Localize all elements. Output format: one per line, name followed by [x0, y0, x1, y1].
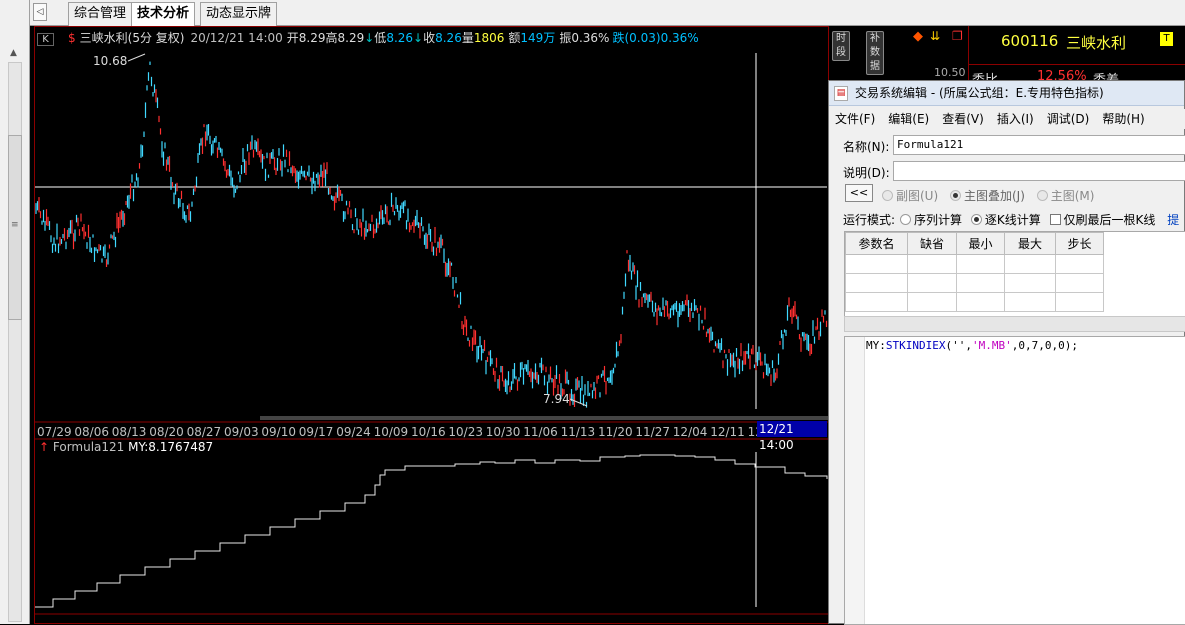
chart-area[interactable]: K $ 三峡水利(5分 复权) 20/12/21 14:00 开8.29高8.29↓低8…: [34, 26, 963, 625]
main-overlay-radio[interactable]: 主图叠加(J): [949, 189, 1025, 203]
param-header-min: 最小: [956, 232, 1005, 255]
date-tick-label: 08/06: [74, 425, 109, 439]
date-tick-label: 09/10: [261, 425, 296, 439]
indicator-header: ↑ Formula121 MY:8.1767487: [39, 440, 213, 454]
code-gutter: [845, 337, 865, 624]
supplement-data-button[interactable]: 补数据: [866, 31, 884, 75]
grip-icon: ≡: [11, 220, 19, 230]
menu-debug[interactable]: 调试(D): [1047, 112, 1090, 126]
menu-view[interactable]: 查看(V): [942, 112, 984, 126]
date-tick-label: 10/16: [411, 425, 446, 439]
param-cell[interactable]: [845, 254, 908, 274]
date-tick-label: 11/27: [635, 425, 670, 439]
stock-code: 600116: [1001, 32, 1059, 50]
series-calc-radio[interactable]: 序列计算: [900, 213, 962, 227]
param-header-step: 步长: [1055, 232, 1104, 255]
only-last-bar-checkbox[interactable]: 仅刷最后一根K线: [1049, 213, 1155, 227]
main-chart-radio[interactable]: 主图(M): [1036, 189, 1094, 203]
timeshare-button[interactable]: 时段: [832, 31, 850, 61]
date-tick-label: 07/29: [37, 425, 72, 439]
tab-bar: ◁ 综合管理 技术分析 动态显示牌: [30, 0, 1185, 27]
menu-file[interactable]: 文件(F): [835, 112, 875, 126]
date-tick-label: 10/30: [486, 425, 521, 439]
arrow-down-icon[interactable]: ⇊: [930, 29, 940, 43]
date-tick-label: 10/23: [448, 425, 483, 439]
low-price-label: 7.94: [543, 392, 570, 406]
indicator-line: [35, 454, 828, 608]
param-header-name: 参数名: [845, 232, 908, 255]
chart-type-options: 副图(U) 主图叠加(J) 主图(M): [882, 187, 1094, 204]
indicator-arrow-icon[interactable]: ↑: [39, 440, 49, 454]
quote-panel: 600116 三峡水利 T 10.50 委比 12.56% 委差: [934, 26, 1185, 88]
name-input[interactable]: Formula121: [893, 135, 1185, 155]
date-tick-label: 09/24: [336, 425, 371, 439]
date-tick-label: 12/11: [710, 425, 745, 439]
param-cell[interactable]: [845, 292, 908, 312]
date-tick-label: 12/04: [673, 425, 708, 439]
description-input[interactable]: [893, 161, 1185, 181]
price-scale-label: 10.50: [934, 66, 966, 79]
menu-help[interactable]: 帮助(H): [1102, 112, 1144, 126]
dialog-title-bar[interactable]: ▤ 交易系统编辑 - (所属公式组：E.专用特色指标): [829, 81, 1184, 106]
date-tick-label: 08/20: [149, 425, 184, 439]
date-tick-label: 08/27: [187, 425, 222, 439]
tab-overview[interactable]: 综合管理: [68, 2, 133, 26]
date-tick-label: 08/13: [112, 425, 147, 439]
date-tick-label: 11/13: [561, 425, 596, 439]
date-tick-label: 11/06: [523, 425, 558, 439]
run-mode-options: 序列计算 逐K线计算 仅刷最后一根K线 提: [900, 211, 1179, 228]
tab-dynamic-board[interactable]: 动态显示牌: [200, 2, 278, 26]
menu-insert[interactable]: 插入(I): [997, 112, 1034, 126]
scroll-up-icon[interactable]: ▲: [10, 48, 17, 58]
param-header-max: 最大: [1004, 232, 1056, 255]
date-tick-label: 09/03: [224, 425, 259, 439]
dialog-menu-bar: 文件(F) 编辑(E) 查看(V) 插入(I) 调试(D) 帮助(H): [835, 109, 1185, 129]
code-line[interactable]: MY:STKINDIEX('','M.MB',0,7,0,0);: [866, 339, 1078, 352]
tab-technical-analysis[interactable]: 技术分析: [131, 2, 196, 27]
param-scrollbar[interactable]: [844, 316, 1185, 332]
left-panel-scrollbar[interactable]: ▲ ≡: [0, 0, 30, 624]
date-tick-label: 09/17: [299, 425, 334, 439]
menu-edit[interactable]: 编辑(E): [888, 112, 929, 126]
indicator-value: MY:8.1767487: [128, 440, 214, 454]
description-label: 说明(D):: [843, 166, 890, 180]
code-editor[interactable]: MY:STKINDIEX('','M.MB',0,7,0,0);: [844, 336, 1185, 625]
per-bar-calc-radio[interactable]: 逐K线计算: [970, 213, 1041, 227]
app-icon: ▤: [834, 86, 848, 101]
chart-hscroll: [260, 416, 830, 420]
subchart-radio[interactable]: 副图(U): [882, 189, 938, 203]
name-label: 名称(N):: [843, 140, 890, 154]
tab-scroll-left-icon[interactable]: ◁: [33, 3, 47, 21]
diamond-icon[interactable]: ◆: [913, 29, 923, 44]
run-mode-label: 运行模式:: [843, 213, 896, 227]
collapse-button[interactable]: <<: [845, 184, 873, 202]
trade-flag-badge: T: [1160, 32, 1173, 46]
submit-link[interactable]: 提: [1167, 213, 1179, 227]
formula-editor-dialog: ▤ 交易系统编辑 - (所属公式组：E.专用特色指标) 文件(F) 编辑(E) 查看…: [828, 80, 1185, 625]
indicator-name: Formula121: [52, 440, 125, 454]
date-tick-label: 11/20: [598, 425, 633, 439]
cursor-time-label: 12/21 14:00: [757, 421, 827, 452]
price-chart-svg[interactable]: 07/29 08/06 08/13 08/20 08/27 09/03 09/10 09/17…: [35, 27, 830, 625]
param-cell[interactable]: [845, 273, 908, 293]
high-price-label: 10.68: [93, 54, 127, 68]
param-header-default: 缺省: [907, 232, 957, 255]
restore-icon[interactable]: ❐: [952, 29, 963, 43]
stock-name: 三峡水利: [1066, 34, 1127, 52]
dialog-title: 交易系统编辑 - (所属公式组：E.专用特色指标): [855, 86, 1104, 100]
date-tick-label: 10/09: [374, 425, 409, 439]
